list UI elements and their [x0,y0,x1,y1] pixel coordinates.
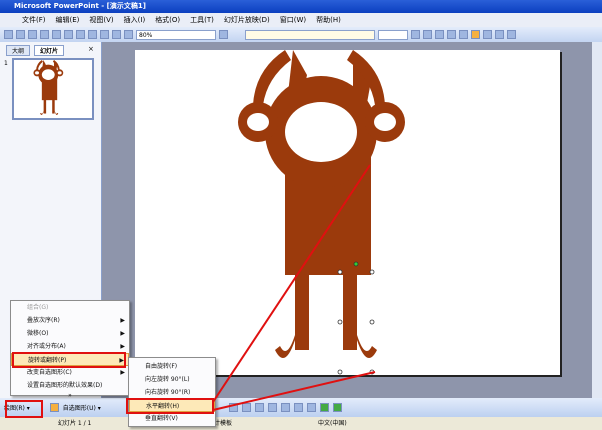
close-panel-icon[interactable]: × [88,45,94,53]
preview-icon[interactable] [52,30,61,39]
slide-count: 幻灯片 1 / 1 [58,420,92,427]
annotation-box-flip [126,398,214,414]
menu-edit[interactable]: 编辑(E) [56,15,80,25]
status-bar: 幻灯片 1 / 1 默认设计模板 中文(中国) [0,417,602,430]
help-icon[interactable] [219,30,228,39]
undo-icon[interactable] [100,30,109,39]
3d-style-icon[interactable] [332,403,342,412]
select-objects-icon[interactable] [49,403,59,412]
menu-slideshow[interactable]: 幻灯片放映(D) [224,15,270,25]
shadow-style-icon[interactable] [319,403,329,412]
print-icon[interactable] [40,30,49,39]
menu-file[interactable]: 文件(F) [22,15,46,25]
thumbnail-figure-icon [33,60,64,115]
font-size-select[interactable] [378,29,408,40]
menu-tools[interactable]: 工具(T) [190,15,214,25]
fill-color-icon[interactable] [241,403,251,412]
menu-item-default-effect[interactable]: 设置自选图形的默认效果(D) [11,379,129,392]
bold-icon[interactable] [411,30,420,39]
clipart-icon[interactable] [228,403,238,412]
menu-item-rotate-left[interactable]: 向左旋转 90°(L) [129,373,215,386]
open-icon[interactable] [16,30,25,39]
annotation-box-rotate [12,352,126,368]
chart-icon[interactable] [112,30,121,39]
table-icon[interactable] [124,30,133,39]
tab-slides[interactable]: 幻灯片 [34,45,65,56]
zoom-select[interactable]: 80% [136,29,216,40]
align-right-icon[interactable] [483,30,492,39]
align-center-icon[interactable] [471,30,480,39]
dash-style-icon[interactable] [293,403,303,412]
menu-item-nudge[interactable]: 微移(O) ▶ [11,327,129,340]
numbering-icon[interactable] [507,30,516,39]
slide-number: 1 [4,60,8,67]
menu-view[interactable]: 视图(V) [89,15,113,25]
new-icon[interactable] [4,30,13,39]
vertical-scrollbar[interactable] [592,42,602,398]
menu-window[interactable]: 窗口(W) [280,15,306,25]
autoshapes-button[interactable]: 自选图形(U) ▾ [63,403,101,412]
window-title: Microsoft PowerPoint - [演示文稿1] [14,2,146,10]
menu-item-free-rotate[interactable]: 自由旋转(F) [129,360,215,373]
spell-icon[interactable] [64,30,73,39]
font-color-icon[interactable] [267,403,277,412]
font-select[interactable] [245,29,375,40]
standard-toolbar: 80% [0,27,602,42]
drawing-toolbar: 绘图(R) ▾ 自选图形(U) ▾ [0,398,602,417]
menu-item-group[interactable]: 组合(G) [11,301,129,314]
bullets-icon[interactable] [495,30,504,39]
copy-icon[interactable] [76,30,85,39]
annotation-box-draw [5,400,43,418]
italic-icon[interactable] [423,30,432,39]
align-left-icon[interactable] [459,30,468,39]
menu-item-order[interactable]: 叠放次序(R) ▶ [11,314,129,327]
draw-menu: 组合(G) 叠放次序(R) ▶ 微移(O) ▶ 对齐或分布(A) ▶ 旋转或翻转(P)… [10,300,130,399]
language: 中文(中国) [318,420,347,427]
line-color-icon[interactable] [254,403,264,412]
menu-expand[interactable]: » [11,392,129,400]
menu-help[interactable]: 帮助(H) [316,15,341,25]
line-style-icon[interactable] [280,403,290,412]
menu-insert[interactable]: 插入(I) [124,15,146,25]
title-bar: Microsoft PowerPoint - [演示文稿1] [0,0,602,13]
slide-thumbnail[interactable] [12,58,94,120]
menu-bar: 文件(F) 编辑(E) 视图(V) 插入(I) 格式(O) 工具(T) 幻灯片放… [0,13,602,27]
menu-format[interactable]: 格式(O) [155,15,180,25]
rotate-submenu: 自由旋转(F) 向左旋转 90°(L) 向右旋转 90°(R) 水平翻转(H) … [128,357,216,427]
monkey-shape[interactable] [135,50,560,375]
shadow-icon[interactable] [447,30,456,39]
save-icon[interactable] [28,30,37,39]
paste-icon[interactable] [88,30,97,39]
underline-icon[interactable] [435,30,444,39]
slide-canvas[interactable] [135,50,560,375]
arrow-style-icon[interactable] [306,403,316,412]
tab-outline[interactable]: 大纲 [6,45,31,56]
